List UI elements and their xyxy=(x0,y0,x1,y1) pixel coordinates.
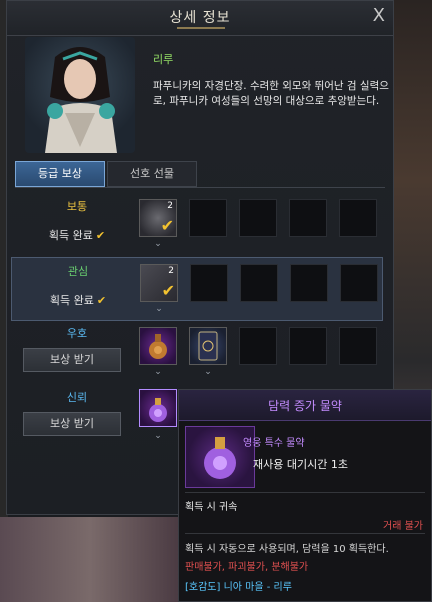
check-icon: ✔ xyxy=(160,216,174,235)
empty-slot xyxy=(239,199,277,237)
empty-slot xyxy=(239,327,277,365)
reward-row-normal: 보통 획득 완료 ✔ 2 ✔ ⌄ xyxy=(11,193,383,257)
dropdown-arrow-icon: ⌄ xyxy=(154,431,162,441)
tarot-card-art xyxy=(198,331,218,361)
empty-slot xyxy=(190,264,228,302)
tooltip-subtitle: 영웅 특수 물약 xyxy=(243,438,305,449)
tooltip-trade: 거래 불가 xyxy=(383,521,423,532)
background-scene-bottom xyxy=(0,517,180,602)
check-icon: ✔ xyxy=(161,281,175,300)
item-tooltip: 담력 증가 물약 영웅 특수 물약 재사용 대기시간 1초 획득 시 귀속 거래… xyxy=(178,389,432,602)
title-ornament xyxy=(177,27,225,29)
coin-medal-icon[interactable]: 2 ✔ xyxy=(139,199,177,237)
empty-slot xyxy=(289,327,327,365)
tooltip-divider xyxy=(185,492,425,493)
claim-reward-button[interactable]: 보상 받기 xyxy=(23,412,121,436)
tab-divider xyxy=(15,187,385,188)
empty-slot xyxy=(240,264,278,302)
npc-portrait xyxy=(25,37,135,153)
claim-reward-button[interactable]: 보상 받기 xyxy=(23,348,121,372)
tarot-card-icon[interactable] xyxy=(189,327,227,365)
tooltip-restrictions: 판매불가, 파괴불가, 분해불가 xyxy=(185,562,309,573)
tooltip-bind: 획득 시 귀속 xyxy=(185,502,238,513)
check-icon: ✔ xyxy=(95,229,106,242)
dropdown-arrow-icon: ⌄ xyxy=(204,367,212,377)
empty-slot xyxy=(290,264,328,302)
empty-slot xyxy=(339,199,377,237)
grade-label: 보통 xyxy=(66,200,88,213)
grade-label: 신뢰 xyxy=(66,391,88,404)
acquired-status: 획득 완료 ✔ xyxy=(28,292,128,308)
grade-label: 우호 xyxy=(66,327,88,340)
item-count: 2 xyxy=(167,201,173,211)
tab-grade-reward[interactable]: 등급 보상 xyxy=(15,161,105,187)
empty-slot xyxy=(289,199,327,237)
tooltip-cooldown: 재사용 대기시간 1초 xyxy=(253,458,348,471)
tab-preferred-gift[interactable]: 선호 선물 xyxy=(107,161,197,187)
tooltip-title: 담력 증가 물약 xyxy=(268,399,342,413)
empty-slot xyxy=(339,327,377,365)
tooltip-header: 담력 증가 물약 xyxy=(179,390,431,421)
acquired-text: 획득 완료 xyxy=(48,229,93,242)
card-pack-icon[interactable]: 2 ✔ xyxy=(140,264,178,302)
empty-slot xyxy=(340,264,378,302)
npc-description: 파푸니카의 자경단장. 수려한 외모와 뛰어난 검 실력으로, 파푸니카 여성들… xyxy=(153,80,389,107)
npc-portrait-art xyxy=(45,47,117,153)
window-title: 상세 정보 xyxy=(169,10,231,26)
grade-label: 관심 xyxy=(67,265,89,278)
tooltip-source: [호감도] 니아 마을 - 리루 xyxy=(185,582,292,593)
bomb-flask-icon[interactable] xyxy=(139,327,177,365)
purple-potion-art xyxy=(149,398,167,422)
acquired-text: 획득 완료 xyxy=(49,294,94,307)
title-bar: 상세 정보 X xyxy=(7,1,393,36)
check-icon: ✔ xyxy=(96,294,107,307)
tooltip-effect: 획득 시 자동으로 사용되며, 담력을 10 획득한다. xyxy=(185,544,389,555)
tooltip-divider xyxy=(185,533,425,534)
dropdown-arrow-icon: ⌄ xyxy=(155,304,163,314)
reward-row-interest: 관심 획득 완료 ✔ 2 ✔ ⌄ xyxy=(11,257,383,321)
npc-name: 리루 xyxy=(153,53,174,66)
item-count: 2 xyxy=(168,266,174,276)
bomb-flask-art xyxy=(149,334,167,359)
acquired-status: 획득 완료 ✔ xyxy=(27,227,127,243)
close-icon[interactable]: X xyxy=(373,5,385,26)
empty-slot xyxy=(189,199,227,237)
reward-row-friendly: 우호 보상 받기 ⌄ ⌄ xyxy=(11,321,383,385)
dropdown-arrow-icon: ⌄ xyxy=(154,367,162,377)
purple-potion-icon[interactable] xyxy=(139,389,177,427)
dropdown-arrow-icon: ⌄ xyxy=(154,239,162,249)
